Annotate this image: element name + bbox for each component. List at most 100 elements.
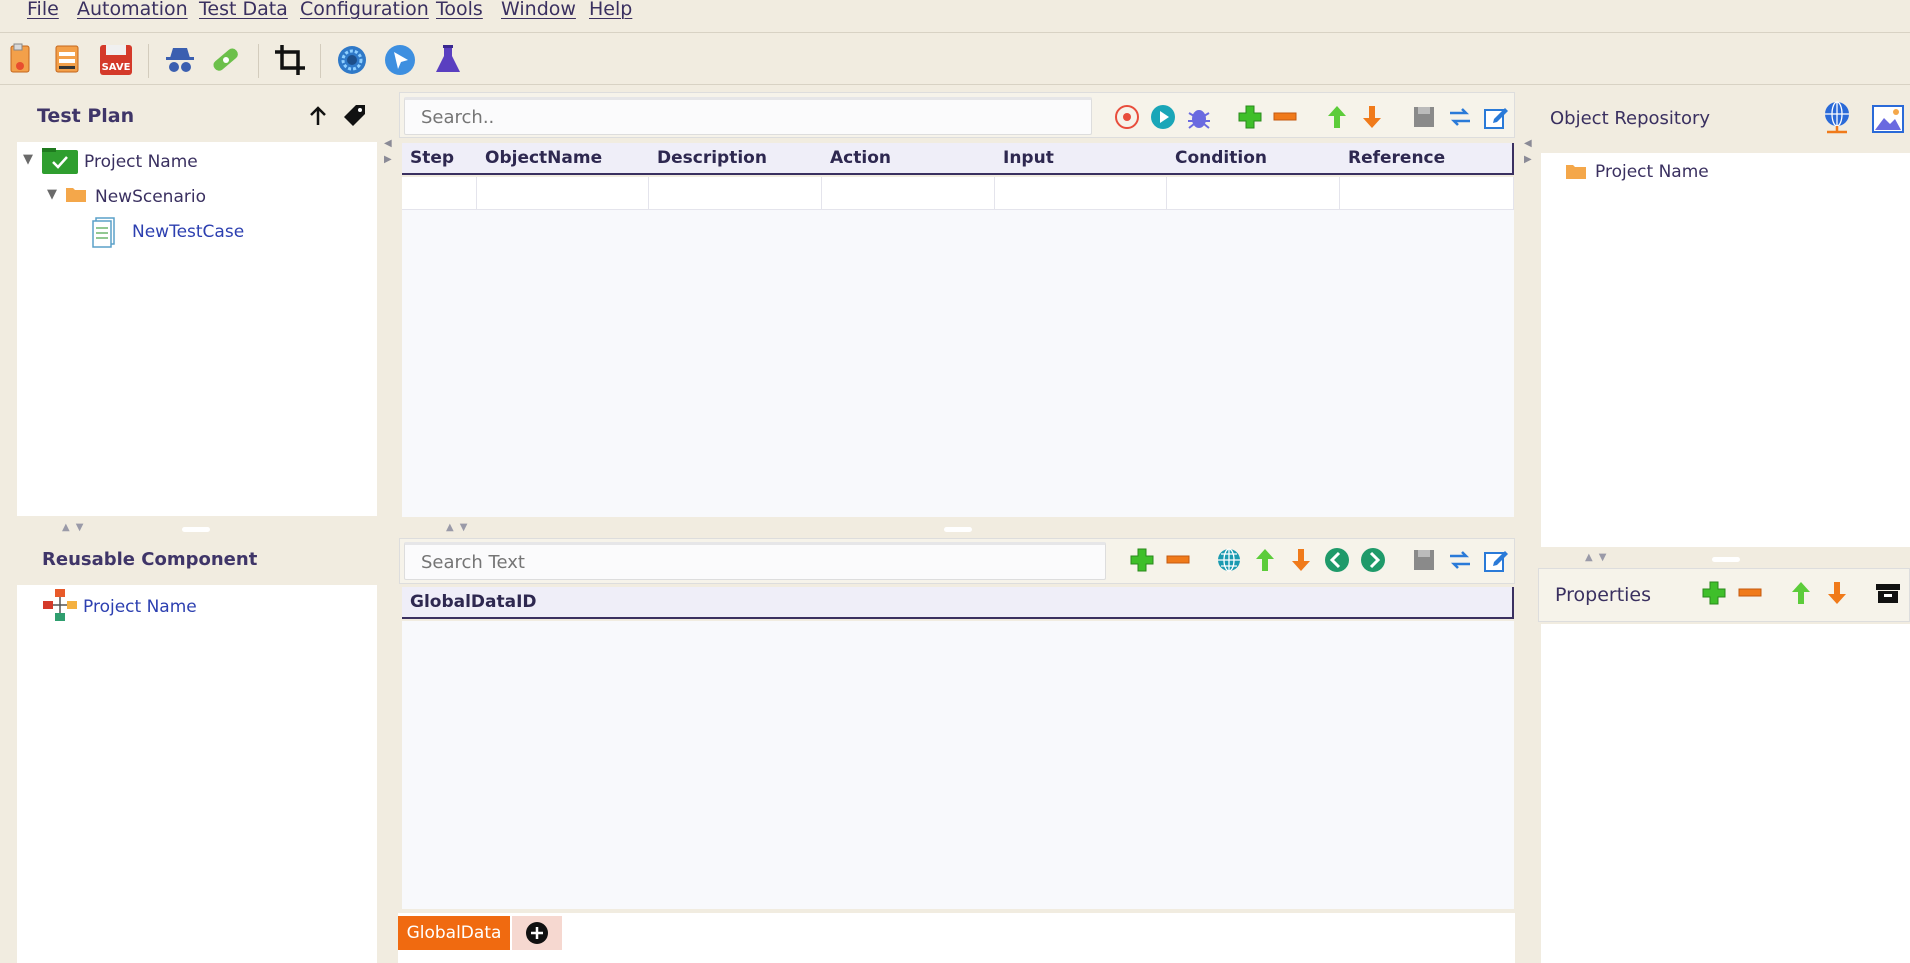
tree-expand-icon[interactable]: ▼: [47, 187, 57, 202]
arrow-up-icon[interactable]: [305, 103, 331, 129]
web-object-icon[interactable]: [1821, 100, 1853, 136]
column-objectname[interactable]: ObjectName: [477, 143, 602, 173]
test-data-table-header: GlobalDataID: [402, 587, 1514, 619]
column-input[interactable]: Input: [995, 143, 1054, 173]
test-plan-tree: ▼ Project Name ▼ NewScenario NewTestCase: [17, 142, 377, 516]
test-data-tab-bar: [398, 913, 1515, 963]
table-cell[interactable]: [822, 177, 995, 210]
table-cell[interactable]: [477, 177, 649, 210]
move-up-icon[interactable]: [1251, 546, 1279, 574]
menu-help[interactable]: Help: [589, 0, 632, 19]
play-icon[interactable]: [1149, 103, 1177, 131]
debug-bug-icon[interactable]: [1185, 103, 1213, 131]
toolbar-separator: [258, 44, 259, 78]
table-cell[interactable]: [649, 177, 822, 210]
test-case-search-input[interactable]: [404, 97, 1092, 135]
column-description[interactable]: Description: [649, 143, 767, 173]
table-cell[interactable]: [995, 177, 1167, 210]
component-network-icon: [43, 589, 77, 621]
swap-arrows-icon[interactable]: [1446, 546, 1474, 574]
collapse-right-arrows[interactable]: ◀ ▶: [1524, 136, 1532, 168]
save-disk-icon[interactable]: [1410, 103, 1438, 131]
tree-project-label[interactable]: Project Name: [84, 152, 198, 172]
main-toolbar: SAVE: [0, 36, 1910, 84]
column-condition[interactable]: Condition: [1167, 143, 1267, 173]
table-cell[interactable]: [1340, 177, 1514, 210]
save-icon[interactable]: SAVE: [98, 42, 134, 78]
column-reference[interactable]: Reference: [1340, 143, 1445, 173]
column-step[interactable]: Step: [402, 143, 454, 173]
test-case-table-body: [402, 177, 1514, 517]
move-left-icon[interactable]: [1323, 546, 1351, 574]
remove-step-icon[interactable]: [1271, 103, 1299, 131]
tab-globaldata[interactable]: GlobalData: [398, 916, 510, 950]
testcase-document-icon: [92, 217, 115, 248]
menu-automation[interactable]: Automation: [77, 0, 188, 19]
test-plan-title: Test Plan: [37, 105, 135, 127]
svg-text:SAVE: SAVE: [102, 62, 131, 73]
archive-box-icon[interactable]: [1874, 579, 1902, 607]
move-up-icon[interactable]: [1323, 103, 1351, 131]
folder-icon: [66, 188, 86, 202]
splitter-handle[interactable]: [182, 527, 210, 532]
menu-file[interactable]: File: [27, 0, 59, 19]
edit-icon[interactable]: [1482, 103, 1510, 131]
crop-icon[interactable]: [272, 42, 308, 78]
table-cell[interactable]: [402, 177, 477, 210]
spy-icon[interactable]: [162, 42, 198, 78]
save-disk-icon[interactable]: [1410, 546, 1438, 574]
settings-icon[interactable]: [334, 42, 370, 78]
plus-circle-icon: [526, 922, 548, 944]
move-down-icon[interactable]: [1358, 103, 1386, 131]
table-cell[interactable]: [1167, 177, 1340, 210]
toolbar-divider: [0, 84, 1910, 85]
reusable-component-title: Reusable Component: [42, 549, 258, 570]
object-repository-title: Object Repository: [1550, 108, 1711, 129]
column-action[interactable]: Action: [822, 143, 891, 173]
test-data-table-body: [402, 621, 1514, 909]
lab-flask-icon[interactable]: [430, 42, 466, 78]
add-step-icon[interactable]: [1236, 103, 1264, 131]
menu-test-data[interactable]: Test Data: [199, 0, 288, 19]
move-up-icon[interactable]: [1787, 579, 1815, 607]
globe-icon[interactable]: [1215, 546, 1243, 574]
remove-property-icon[interactable]: [1736, 579, 1764, 607]
add-row-icon[interactable]: [1128, 546, 1156, 574]
move-down-icon[interactable]: [1287, 546, 1315, 574]
repository-project-label[interactable]: Project Name: [1595, 162, 1709, 182]
open-project-icon[interactable]: [50, 42, 86, 78]
tree-testcase-label[interactable]: NewTestCase: [132, 222, 244, 242]
menu-configuration[interactable]: Configuration: [300, 0, 429, 19]
splitter-handle[interactable]: [1712, 557, 1740, 562]
splitter-handle[interactable]: [944, 527, 972, 532]
tree-scenario-label[interactable]: NewScenario: [95, 187, 206, 207]
collapse-left-arrows[interactable]: ◀ ▶: [384, 136, 392, 168]
test-data-search-input[interactable]: [404, 542, 1106, 580]
reusable-project-label[interactable]: Project Name: [83, 597, 197, 617]
splitter-arrows[interactable]: ▲▼: [62, 522, 89, 533]
image-object-icon[interactable]: [1870, 100, 1906, 136]
menu-divider: [0, 32, 1910, 33]
new-project-icon[interactable]: [4, 42, 40, 78]
properties-body: [1541, 624, 1910, 963]
navigate-icon[interactable]: [382, 42, 418, 78]
splitter-arrows[interactable]: ▲▼: [1585, 552, 1612, 563]
tree-expand-icon[interactable]: ▼: [23, 152, 33, 167]
heal-icon[interactable]: [208, 42, 244, 78]
reusable-component-tree: Project Name: [17, 585, 377, 963]
column-globaldataid[interactable]: GlobalDataID: [402, 587, 537, 617]
add-property-icon[interactable]: [1700, 579, 1728, 607]
tag-icon[interactable]: [342, 102, 368, 128]
remove-row-icon[interactable]: [1164, 546, 1192, 574]
object-repository-tree: Project Name: [1541, 153, 1910, 547]
menu-tools[interactable]: Tools: [436, 0, 483, 19]
record-icon[interactable]: [1113, 103, 1141, 131]
splitter-arrows[interactable]: ▲▼: [446, 522, 473, 533]
swap-arrows-icon[interactable]: [1446, 103, 1474, 131]
menu-window[interactable]: Window: [501, 0, 576, 19]
add-tab-button[interactable]: [512, 916, 562, 950]
toolbar-separator: [320, 44, 321, 78]
move-down-icon[interactable]: [1823, 579, 1851, 607]
move-right-icon[interactable]: [1359, 546, 1387, 574]
edit-icon[interactable]: [1482, 546, 1510, 574]
